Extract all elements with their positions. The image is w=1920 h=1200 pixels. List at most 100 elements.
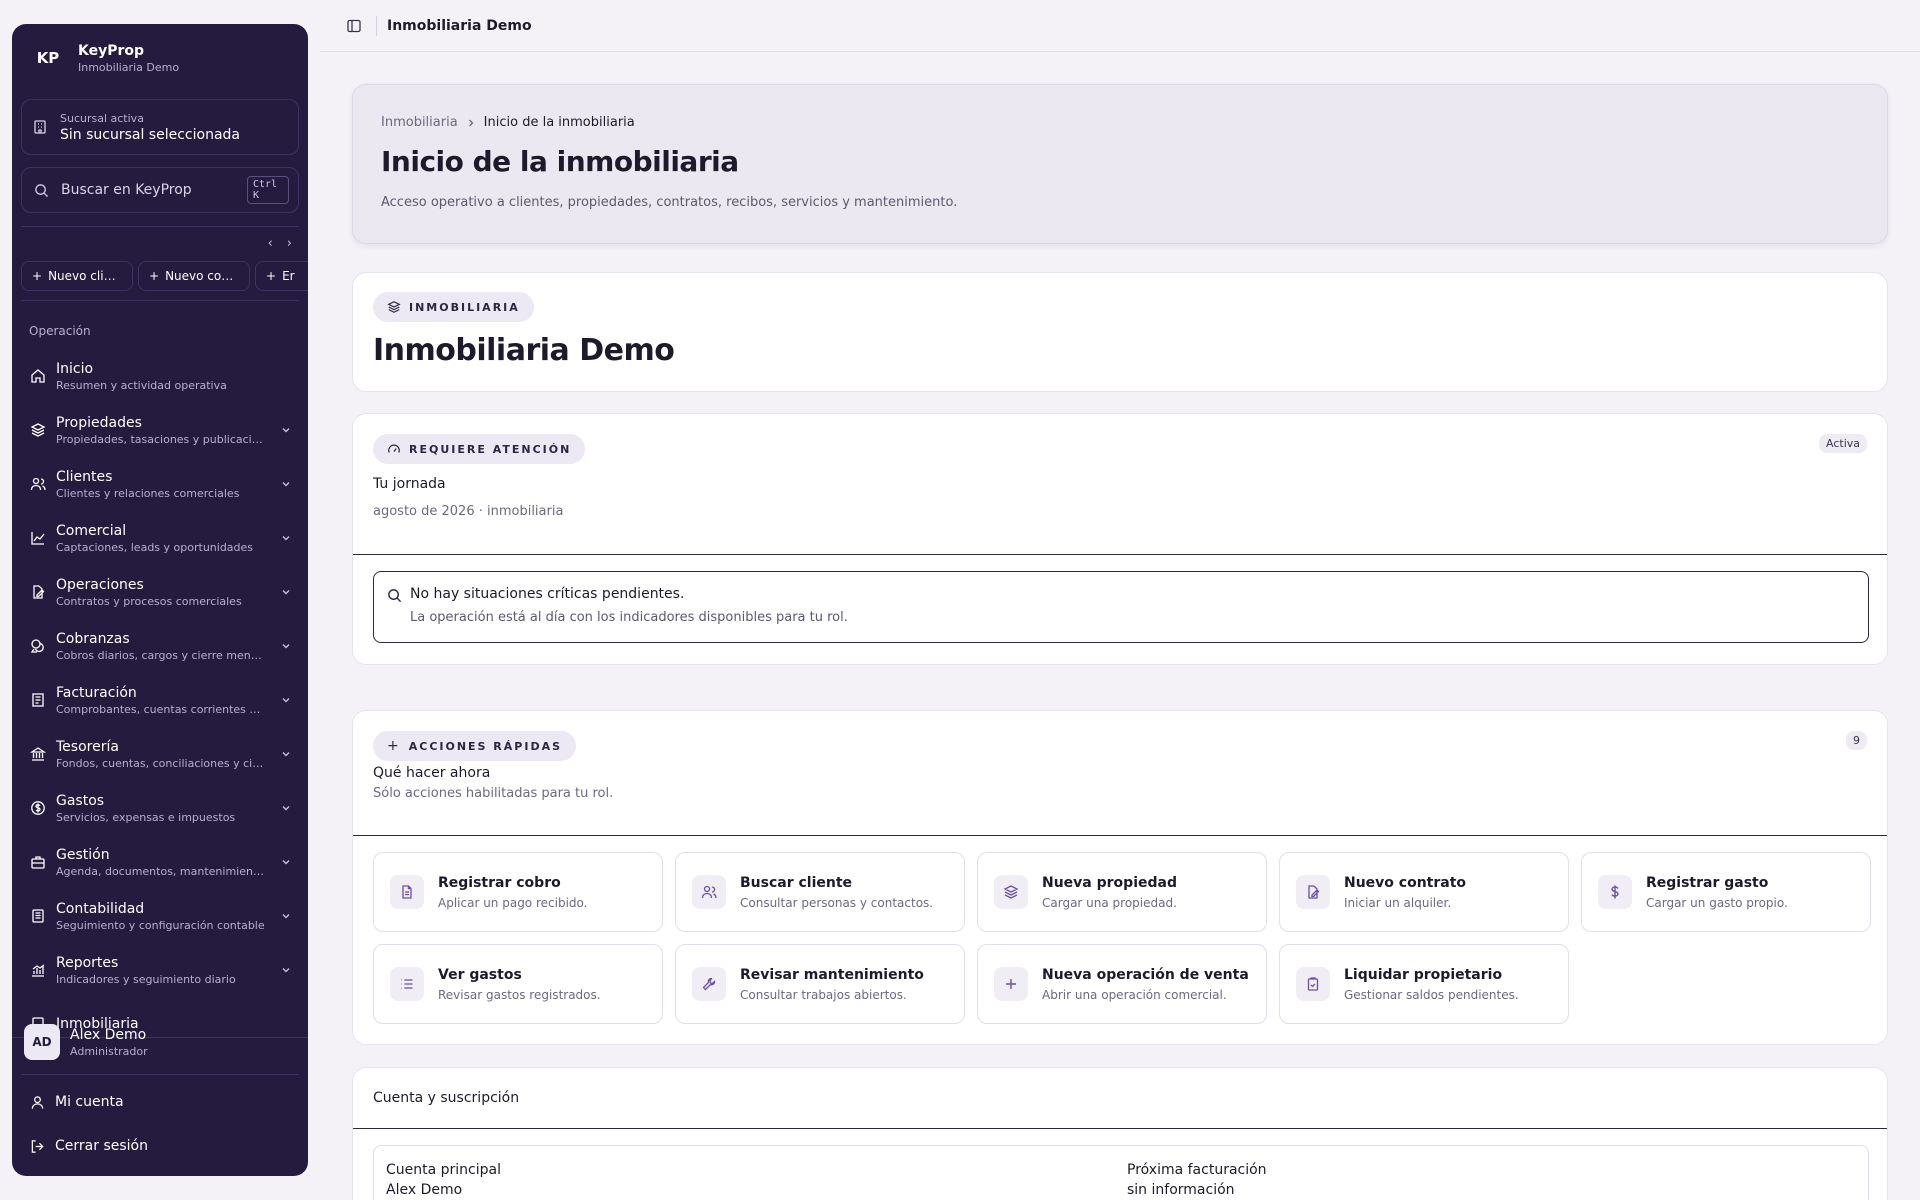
sidebar-item-clientes[interactable]: Clientes Clientes y relaciones comerciale… (12, 457, 308, 511)
account-main: Cuenta principal Alex Demo (386, 1162, 502, 1198)
brand-name: KeyProp (78, 42, 145, 59)
chevron-down-icon (282, 644, 290, 649)
users-icon (30, 477, 46, 491)
users-icon (692, 875, 726, 909)
quick-new-contract-button[interactable]: + Nuevo cont... (138, 261, 250, 291)
my-account-link[interactable]: Mi cuenta (30, 1094, 124, 1110)
list-icon (390, 967, 424, 1001)
user-profile[interactable]: AD Alex Demo Administrador (24, 1024, 148, 1060)
sidebar-toggle-icon[interactable] (346, 18, 362, 34)
chevron-down-icon (282, 806, 290, 811)
action-nueva-propiedad[interactable]: Nueva propiedad Cargar una propiedad. (977, 852, 1267, 932)
clipboard-icon (1296, 967, 1330, 1001)
avatar: AD (24, 1024, 60, 1060)
breadcrumb-root[interactable]: Inmobiliaria (381, 115, 458, 130)
plus-icon: + (387, 738, 401, 754)
company-card: INMOBILIARIA Inmobiliaria Demo (352, 272, 1888, 392)
chevron-down-icon (282, 968, 290, 973)
page-title: Inicio de la inmobiliaria (381, 145, 739, 178)
page-subtitle: Acceso operativo a clientes, propiedades… (381, 195, 958, 210)
alert-title: No hay situaciones críticas pendientes. (410, 586, 685, 602)
search-icon (34, 183, 49, 198)
actions-count-badge: 9 (1846, 731, 1867, 750)
brand[interactable]: KP KeyProp Inmobiliaria Demo (32, 42, 179, 74)
plus-icon: + (266, 269, 277, 283)
chevron-right-icon (468, 119, 474, 126)
action-registrar-cobro[interactable]: Registrar cobro Aplicar un pago recibido. (373, 852, 663, 932)
status-badge: Activa (1819, 434, 1867, 453)
action-nuevo-contrato[interactable]: Nuevo contrato Iniciar un alquiler. (1279, 852, 1569, 932)
quick-scroll-controls: ‹ › (268, 236, 292, 251)
sidebar-nav: Inicio Resumen y actividad operativa Prop… (12, 349, 308, 1041)
sidebar-item-cobranzas[interactable]: Cobranzas Cobros diarios, cargos y cierre… (12, 619, 308, 673)
alert-subtitle: La operación está al día con los indicad… (410, 610, 848, 625)
account-card: Cuenta y suscripción Cuenta principal Al… (352, 1067, 1888, 1200)
sidebar-item-comercial[interactable]: Comercial Captaciones, leads y oportunida… (12, 511, 308, 565)
layers-icon (30, 423, 46, 437)
user-role: Administrador (70, 1044, 148, 1058)
sidebar-item-inicio[interactable]: Inicio Resumen y actividad operativa (12, 349, 308, 403)
sidebar-item-operaciones[interactable]: Operaciones Contratos y procesos comercia… (12, 565, 308, 619)
logout-link[interactable]: Cerrar sesión (30, 1138, 148, 1154)
branch-label: Sucursal activa (60, 111, 144, 125)
search-input[interactable] (61, 182, 235, 198)
chevron-down-icon (282, 482, 290, 487)
topbar: Inmobiliaria Demo (320, 0, 1920, 52)
building-icon (32, 119, 48, 135)
chevron-down-icon (282, 860, 290, 865)
search-box[interactable]: Ctrl K (21, 167, 299, 213)
report-chart-icon (32, 964, 45, 977)
account-billing: Próxima facturación sin información (1127, 1162, 1267, 1198)
sidebar-item-reportes[interactable]: Reportes Indicadores y seguimiento diario (12, 943, 308, 997)
account-details: Cuenta principal Alex Demo Próxima factu… (373, 1145, 1869, 1200)
attention-card: REQUIERE ATENCIÓN Activa Tu jornada agos… (352, 413, 1888, 665)
plus-icon: + (149, 269, 160, 283)
chevron-left-icon[interactable]: ‹ (268, 236, 273, 251)
nav-section-label: Operación (29, 324, 91, 338)
attention-subtitle: agosto de 2026 · inmobiliaria (373, 504, 564, 519)
attention-title: Tu jornada (373, 476, 446, 492)
quick-create-button[interactable]: + Er (255, 261, 308, 291)
sidebar-item-contabilidad[interactable]: Contabilidad Seguimiento y configuración … (12, 889, 308, 943)
logout-icon (31, 1139, 44, 1153)
plus-icon (994, 967, 1028, 1001)
quick-actions-subtitle: Sólo acciones habilitadas para tu rol. (373, 786, 614, 801)
bank-icon (30, 747, 46, 761)
dollar-circle-icon (31, 801, 45, 815)
branch-selector[interactable]: Sucursal activa Sin sucursal seleccionad… (21, 99, 299, 155)
divider (21, 300, 299, 301)
sidebar-item-facturacion[interactable]: Facturación Comprobantes, cuentas corrien… (12, 673, 308, 727)
page-header: Inmobiliaria Inicio de la inmobiliaria I… (352, 84, 1888, 244)
quick-create-row: + Nuevo clien... + Nuevo cont... + Er (21, 261, 308, 293)
sidebar-item-propiedades[interactable]: Propiedades Propiedades, tasaciones y pub… (12, 403, 308, 457)
sidebar: KP KeyProp Inmobiliaria Demo Sucursal ac… (12, 24, 308, 1176)
plus-icon: + (32, 269, 43, 283)
divider (353, 1128, 1887, 1129)
action-revisar-mantenimiento[interactable]: Revisar mantenimiento Consultar trabajos … (675, 944, 965, 1024)
chevron-right-icon[interactable]: › (287, 236, 292, 251)
briefcase-icon (31, 856, 45, 869)
company-name: Inmobiliaria Demo (373, 333, 675, 368)
action-liquidar-propietario[interactable]: Liquidar propietario Gestionar saldos pen… (1279, 944, 1569, 1024)
brand-company: Inmobiliaria Demo (78, 60, 180, 74)
quick-new-client-button[interactable]: + Nuevo clien... (21, 261, 133, 291)
action-registrar-gasto[interactable]: Registrar gasto Cargar un gasto propio. (1581, 852, 1871, 932)
document-icon (390, 875, 424, 909)
action-nueva-operacion-venta[interactable]: Nueva operación de venta Abrir una operac… (977, 944, 1267, 1024)
topbar-title: Inmobiliaria Demo (387, 17, 532, 34)
chevron-down-icon (282, 698, 290, 703)
quick-actions-badge: + ACCIONES RÁPIDAS (373, 731, 577, 761)
quick-actions-card: + ACCIONES RÁPIDAS 9 Qué hacer ahora Sól… (352, 710, 1888, 1045)
home-icon (31, 369, 45, 383)
sidebar-item-gestion[interactable]: Gestión Agenda, documentos, mantenimiento… (12, 835, 308, 889)
gauge-icon (388, 444, 400, 453)
chevron-down-icon (282, 536, 290, 541)
branch-value: Sin sucursal seleccionada (60, 126, 240, 143)
company-badge: INMOBILIARIA (373, 292, 534, 322)
sidebar-item-gastos[interactable]: Gastos Servicios, expensas e impuestos (12, 781, 308, 835)
action-buscar-cliente[interactable]: Buscar cliente Consultar personas y conta… (675, 852, 965, 932)
chevron-down-icon (282, 752, 290, 757)
sidebar-item-tesoreria[interactable]: Tesorería Fondos, cuentas, conciliaciones… (12, 727, 308, 781)
action-ver-gastos[interactable]: Ver gastos Revisar gastos registrados. (373, 944, 663, 1024)
coins-icon (30, 639, 44, 653)
